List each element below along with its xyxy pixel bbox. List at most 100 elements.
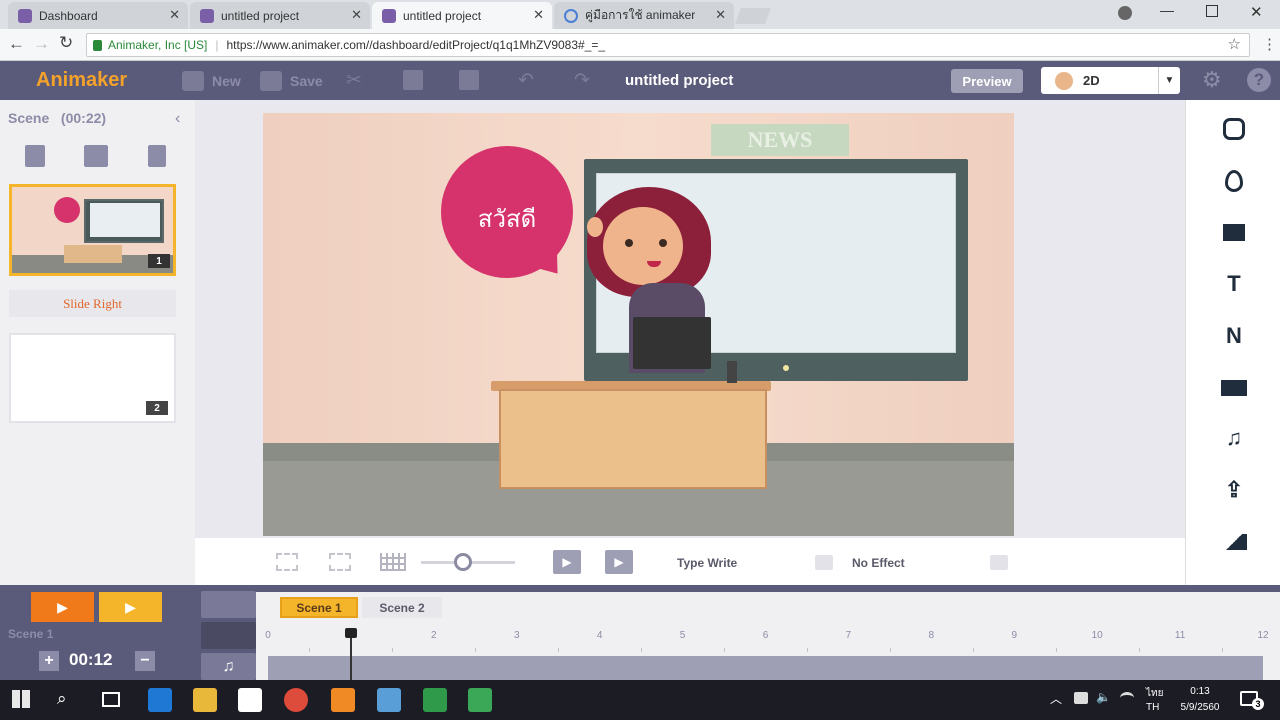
- close-icon[interactable]: ✕: [351, 7, 362, 23]
- copy-icon[interactable]: [403, 70, 423, 90]
- play-scene-button[interactable]: ▶: [31, 592, 94, 622]
- minimize-button[interactable]: —: [1160, 2, 1174, 18]
- windows-start-icon[interactable]: [12, 690, 30, 708]
- language-indicator[interactable]: TH: [1146, 702, 1159, 713]
- background-icon[interactable]: [1221, 530, 1247, 554]
- ime-indicator[interactable]: ไทย: [1146, 686, 1163, 701]
- profile-icon[interactable]: [1118, 6, 1132, 20]
- chrome-icon[interactable]: [284, 688, 308, 712]
- play-from-start-button[interactable]: ▶: [553, 550, 581, 574]
- new-tab-button[interactable]: [735, 8, 771, 24]
- close-icon[interactable]: ✕: [715, 7, 726, 23]
- timeline-tick-mark: [889, 648, 891, 652]
- scene-tab-2[interactable]: Scene 2: [362, 597, 442, 618]
- timeline-tick-mark: [558, 648, 560, 652]
- character-asset-icon[interactable]: [1221, 117, 1247, 141]
- music-track-icon[interactable]: ♫: [201, 653, 256, 680]
- browser-tab[interactable]: Dashboard ✕: [8, 2, 188, 29]
- help-icon[interactable]: ?: [1247, 68, 1271, 92]
- effect-next-button[interactable]: [990, 555, 1008, 570]
- url-field[interactable]: Animaker, Inc [US] | https://www.animake…: [86, 33, 1250, 57]
- clock-date[interactable]: 5/9/2560: [1175, 702, 1225, 713]
- camtasia-recorder-icon[interactable]: [468, 688, 492, 712]
- fit-screen-icon[interactable]: [276, 553, 298, 571]
- play-all-button[interactable]: ▶: [99, 592, 162, 622]
- project-title[interactable]: untitled project: [625, 72, 733, 89]
- close-icon[interactable]: ✕: [533, 7, 544, 23]
- scene-tab-1[interactable]: Scene 1: [280, 597, 358, 618]
- character-face: [603, 207, 683, 285]
- upload-icon[interactable]: ⇪: [1221, 477, 1247, 502]
- browser-tab[interactable]: untitled project ✕: [190, 2, 370, 29]
- camera-track-icon[interactable]: [201, 622, 256, 649]
- menu-icon[interactable]: ⋮: [1262, 35, 1277, 53]
- mode-select[interactable]: 2D ▼: [1041, 67, 1180, 94]
- browser-tab[interactable]: คู่มือการใช้ animaker - ค้น ✕: [554, 2, 734, 29]
- text-effect-label[interactable]: Type Write: [677, 556, 737, 570]
- grid-icon[interactable]: [380, 553, 406, 571]
- preview-button[interactable]: Preview: [951, 69, 1023, 93]
- speech-text[interactable]: สวัสดี: [441, 199, 573, 238]
- edge-icon[interactable]: [148, 688, 172, 712]
- app-icon-blue[interactable]: [377, 688, 401, 712]
- search-icon[interactable]: ⌕: [57, 689, 67, 709]
- forward-icon[interactable]: →: [33, 34, 50, 54]
- expand-icon[interactable]: [329, 553, 351, 571]
- back-icon[interactable]: ←: [8, 34, 25, 54]
- trash-icon[interactable]: [148, 145, 166, 167]
- tab-label: คู่มือการใช้ animaker - ค้น: [585, 8, 695, 22]
- timeline-tick-label: 8: [928, 630, 935, 641]
- play-button[interactable]: ▶: [605, 550, 633, 574]
- music-icon[interactable]: ♫: [1221, 425, 1247, 450]
- effect-label[interactable]: No Effect: [852, 556, 905, 570]
- properties-icon[interactable]: [1221, 169, 1247, 193]
- paste-icon[interactable]: [459, 70, 479, 90]
- network-icon[interactable]: [1074, 692, 1088, 704]
- collapse-icon[interactable]: ‹: [175, 110, 180, 128]
- timeline-tick-label: 6: [762, 630, 769, 641]
- close-icon[interactable]: ✕: [169, 7, 180, 23]
- timeline-track[interactable]: [268, 656, 1263, 680]
- gear-icon[interactable]: ⚙: [1202, 67, 1222, 93]
- bookmark-star-icon[interactable]: ☆: [1228, 35, 1241, 53]
- window-close-button[interactable]: ✕: [1250, 3, 1263, 21]
- wifi-icon[interactable]: [1120, 692, 1134, 704]
- undo-icon[interactable]: ↶: [518, 69, 534, 92]
- decrease-time-button[interactable]: −: [135, 651, 155, 671]
- task-view-icon[interactable]: [102, 692, 120, 707]
- scene-thumb-1[interactable]: 1: [9, 184, 176, 276]
- increase-time-button[interactable]: +: [39, 651, 59, 671]
- new-button[interactable]: New: [182, 61, 241, 100]
- transition-label[interactable]: Slide Right: [9, 290, 176, 317]
- redo-icon[interactable]: ↷: [574, 69, 590, 92]
- tray-chevron-icon[interactable]: ︿: [1050, 690, 1062, 707]
- url-text: https://www.animaker.com//dashboard/edit…: [226, 38, 606, 52]
- playhead-handle[interactable]: [344, 628, 357, 638]
- text-icon[interactable]: T: [1221, 271, 1247, 296]
- app-icon-orange[interactable]: [331, 688, 355, 712]
- timeline-tick-label: 9: [1011, 630, 1018, 641]
- effect-prev-button[interactable]: [815, 555, 833, 570]
- effects-icon[interactable]: [1221, 376, 1247, 400]
- clock-time[interactable]: 0:13: [1175, 686, 1225, 697]
- browser-tab-active[interactable]: untitled project ✕: [372, 2, 552, 29]
- image-icon[interactable]: [1221, 220, 1247, 244]
- character-track-icon[interactable]: [201, 591, 256, 618]
- store-icon[interactable]: [238, 688, 262, 712]
- stage[interactable]: NEWS สวัสดี: [263, 113, 1014, 536]
- volume-icon[interactable]: 🔈: [1096, 690, 1111, 704]
- camtasia-icon[interactable]: [423, 688, 447, 712]
- timeline-tick-label: 7: [845, 630, 852, 641]
- add-scene-icon[interactable]: [25, 145, 45, 167]
- animaker-logo[interactable]: Animaker: [36, 69, 127, 92]
- cut-icon[interactable]: ✂: [346, 69, 362, 92]
- news-sign[interactable]: NEWS: [711, 124, 849, 156]
- reload-icon[interactable]: ↻: [59, 33, 73, 53]
- number-icon[interactable]: N: [1221, 323, 1247, 348]
- duplicate-scene-icon[interactable]: [84, 145, 108, 167]
- restore-button[interactable]: [1206, 5, 1218, 17]
- notification-count-badge: 3: [1252, 698, 1264, 710]
- save-button[interactable]: Save: [260, 61, 323, 100]
- file-explorer-icon[interactable]: [193, 688, 217, 712]
- scene-thumb-2[interactable]: 2: [9, 333, 176, 423]
